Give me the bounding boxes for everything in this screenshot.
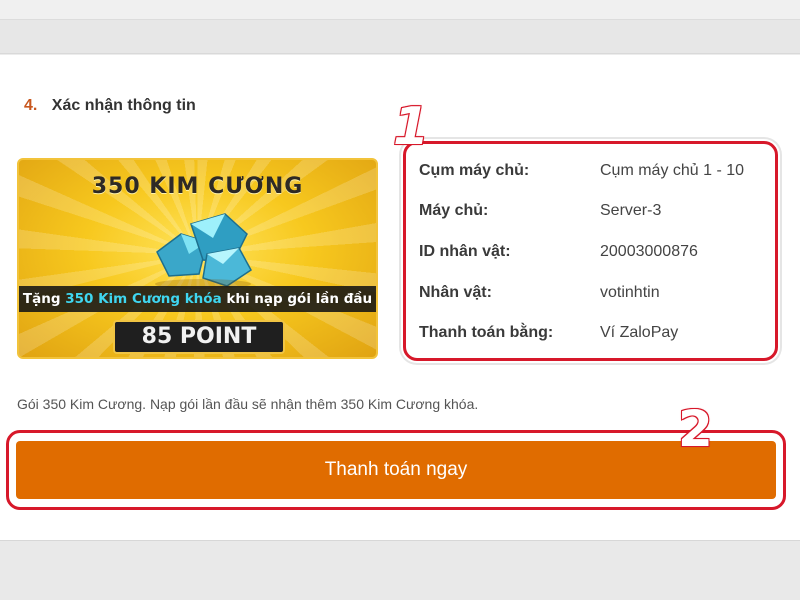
step-title: Xác nhận thông tin (51, 97, 196, 114)
annotation-badge-1: 1 (392, 97, 430, 157)
info-value: Ví ZaloPay (600, 324, 679, 341)
info-label: Thanh toán bằng: (419, 324, 554, 341)
info-value: 20003000876 (600, 243, 698, 260)
info-box: Cụm máy chủ: Cụm máy chủ 1 - 10 Máy chủ:… (403, 141, 778, 361)
banner-title: 350 KIM CƯƠNG (91, 174, 304, 199)
info-label: Nhân vật: (419, 284, 492, 301)
step-number: 4. (24, 97, 38, 114)
diamond-pile-icon (155, 213, 252, 289)
top-band (0, 0, 800, 20)
info-label: Cụm máy chủ: (419, 162, 530, 179)
promo-highlight: 350 Kim Cương khóa (65, 291, 222, 307)
annotation-badge-2: 2 (677, 400, 714, 458)
bottom-strip (0, 540, 800, 600)
pay-now-button[interactable]: Thanh toán ngay (16, 441, 776, 499)
info-label: Máy chủ: (419, 202, 489, 219)
info-label: ID nhân vật: (419, 243, 511, 260)
promo-bar: Tặng 350 Kim Cương khóa khi nạp gói lần … (19, 286, 376, 312)
package-description: Gói 350 Kim Cương. Nạp gói lần đầu sẽ nh… (17, 396, 479, 412)
info-value: Cụm máy chủ 1 - 10 (600, 162, 745, 179)
promo-prefix: Tặng (22, 291, 66, 307)
info-value: votinhtin (600, 284, 660, 301)
top-strip (0, 20, 800, 54)
points-badge: 85 POINT (113, 320, 285, 354)
promo-suffix: khi nạp gói lần đầu (221, 291, 373, 307)
package-banner: 350 KIM CƯƠNG Tặng 350 Kim Cương khóa kh… (17, 158, 378, 359)
pay-button-highlight: Thanh toán ngay (6, 430, 786, 510)
section-title: 4. Xác nhận thông tin (24, 97, 196, 115)
info-value: Server-3 (600, 202, 662, 219)
